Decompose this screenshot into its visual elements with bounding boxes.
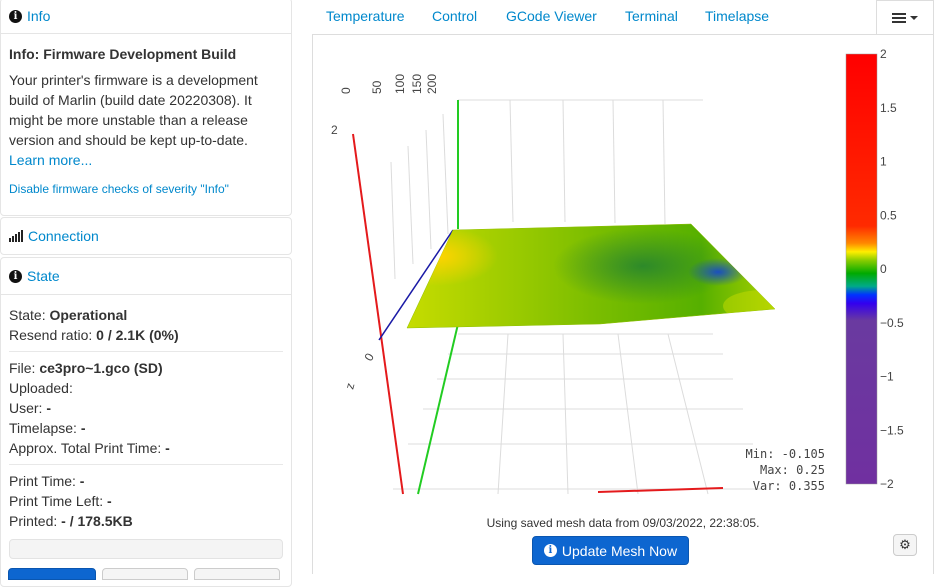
tab-terminal[interactable]: Terminal [625,8,678,24]
mesh-stats: Min: -0.105 Max: 0.25 Var: 0.355 [733,446,825,494]
bed-visualizer-panel: 0 50 100 150 200 2 0 z 2 1.5 1 0.5 0 −0.5 −1 −1… [312,34,934,574]
x-tick-labels: 0 50 100 150 200 [339,74,439,94]
signal-icon [9,230,23,242]
divider [9,464,283,465]
info-panel-toggle[interactable]: Info [27,8,50,24]
print-progress-bar [9,539,283,559]
mesh-3d-plot[interactable]: 0 50 100 150 200 2 0 z 2 1.5 1 0.5 0 −0.5 −1 −1… [313,34,933,504]
printed-row: Printed: - / 178.5KB [9,513,133,529]
mesh-surface [406,223,776,329]
info-panel: i Info Info: Firmware Development Build … [0,0,292,216]
tab-bar: Temperature Control GCode Viewer Termina… [312,0,934,35]
hamburger-icon [892,12,906,23]
divider [9,351,283,352]
tab-overflow-menu[interactable] [876,0,934,34]
user-value: - [46,400,52,416]
gear-icon: ⚙ [899,537,911,552]
state-row: State: Operational [9,307,128,323]
print-time-left-row: Print Time Left: - [9,493,112,509]
print-button[interactable] [8,568,96,580]
print-time-row: Print Time: - [9,473,85,489]
mesh-var: Var: 0.355 [752,479,825,493]
state-value: Operational [49,307,128,323]
mesh-data-note: Using saved mesh data from 09/03/2022, 2… [486,516,760,530]
colorscale-tick-label: 2 [880,47,887,61]
resend-ratio-value: 0 / 2.1K (0%) [96,327,179,343]
user-row: User: - [9,400,52,416]
x-tick-label: 100 [393,74,407,94]
z-tick-label: 2 [331,123,338,137]
z-axis-label: z [342,381,357,390]
x-tick-label: 0 [339,87,353,94]
info-icon: i [9,9,22,23]
learn-more-link[interactable]: Learn more... [9,152,92,168]
z-tick-label: 0 [361,350,377,363]
connection-panel: Connection [0,217,292,255]
colorscale-tick-label: −0.5 [880,316,904,330]
colorscale-tick-label: 0.5 [880,208,897,222]
info-icon: i [543,544,557,557]
uploaded-row: Uploaded: [9,380,73,396]
x-axis-line [352,133,404,495]
update-mesh-button[interactable]: i Update Mesh Now [532,536,689,565]
colorscale-bar [845,53,878,485]
state-panel-body: State: Operational Resend ratio: 0 / 2.1… [1,295,291,567]
print-controls [8,568,280,580]
file-value: ce3pro~1.gco (SD) [39,360,163,376]
info-panel-heading[interactable]: i Info [1,0,291,34]
tab-gcode-viewer[interactable]: GCode Viewer [506,8,597,24]
mesh-max: Max: 0.25 [759,463,825,477]
info-message: Your printer's firmware is a development… [9,70,283,170]
settings-button[interactable]: ⚙ [893,534,917,556]
x-tick-label: 200 [425,74,439,94]
pause-button[interactable] [102,568,188,580]
approx-print-time-row: Approx. Total Print Time: - [9,440,170,456]
print-time-value: - [79,473,85,489]
cancel-button[interactable] [194,568,280,580]
approx-print-time-value: - [165,440,170,456]
connection-panel-heading[interactable]: Connection [1,218,291,254]
disable-firmware-checks-link[interactable]: Disable firmware checks of severity "Inf… [9,182,283,196]
tab-control[interactable]: Control [432,8,477,24]
print-time-left-value: - [107,493,112,509]
colorscale-ticks: 2 1.5 1 0.5 0 −0.5 −1 −1.5 −2 [880,47,904,491]
info-title: Info: Firmware Development Build [9,46,237,62]
colorscale-tick-label: 1.5 [880,101,897,115]
state-panel: i State State: Operational Resend ratio:… [0,257,292,587]
colorscale-tick-label: 1 [880,155,887,169]
mesh-min: Min: -0.105 [745,447,825,461]
connection-panel-toggle[interactable]: Connection [28,228,99,244]
timelapse-row: Timelapse: - [9,420,86,436]
info-icon: i [9,269,22,283]
x-tick-label: 50 [370,80,384,94]
state-panel-toggle[interactable]: State [27,268,60,284]
colorscale-tick-label: 0 [880,262,887,276]
x-tick-label: 150 [410,74,424,94]
info-message-text: Your printer's firmware is a development… [9,72,258,148]
printed-value: - / 178.5KB [61,513,133,529]
colorscale-tick-label: −2 [880,477,894,491]
colorscale-tick-label: −1.5 [880,423,904,437]
chevron-down-icon [910,15,918,20]
tab-temperature[interactable]: Temperature [326,8,405,24]
timelapse-value: - [80,420,86,436]
resend-ratio-row: Resend ratio: 0 / 2.1K (0%) [9,327,179,343]
file-row: File: ce3pro~1.gco (SD) [9,360,163,376]
info-panel-body: Info: Firmware Development Build Your pr… [1,34,291,204]
update-mesh-label: Update Mesh Now [561,542,678,559]
tab-timelapse[interactable]: Timelapse [705,8,769,24]
colorscale-tick-label: −1 [880,370,894,384]
sidebar: i Info Info: Firmware Development Build … [0,0,292,587]
state-panel-heading[interactable]: i State [1,258,291,295]
